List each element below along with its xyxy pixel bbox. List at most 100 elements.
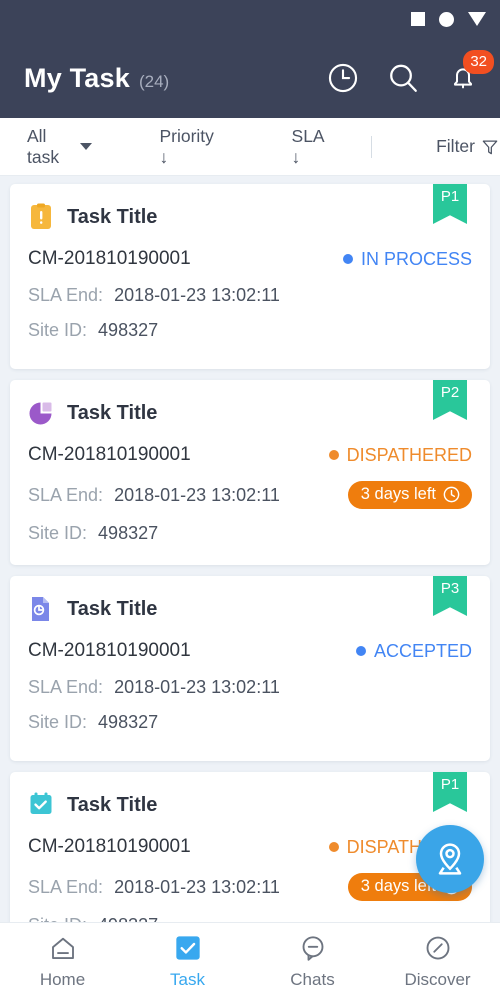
countdown-pill: 3 days left xyxy=(347,481,472,509)
bottom-navigation: Home Task Chats Discover xyxy=(0,922,500,1000)
filter-bar: All task Priority ↓ SLA ↓ Filter xyxy=(0,118,500,176)
compass-icon xyxy=(423,933,453,963)
pie-chart-icon xyxy=(28,399,54,427)
filter-all-task[interactable]: All task xyxy=(27,125,93,168)
task-card-header: Task Title xyxy=(28,592,472,626)
filter-button[interactable]: Filter xyxy=(436,136,500,157)
site-id-label: Site ID: xyxy=(28,320,88,340)
map-location-fab[interactable] xyxy=(416,825,484,893)
task-check-icon xyxy=(174,933,202,963)
task-card[interactable]: P2 Task Title CM-201810190001 DISPATHERE… xyxy=(10,380,490,565)
filter-priority-sort[interactable]: Priority ↓ xyxy=(159,126,218,168)
site-id: Site ID: 498327 xyxy=(28,523,472,544)
chat-bubble-icon xyxy=(298,933,328,963)
task-title: Task Title xyxy=(67,401,158,424)
history-clock-button[interactable] xyxy=(324,59,362,97)
location-pin-icon xyxy=(438,843,462,875)
nav-item-task[interactable]: Task xyxy=(125,923,250,1000)
status-label: DISPATHERED xyxy=(346,444,472,465)
nav-item-chats[interactable]: Chats xyxy=(250,923,375,1000)
sla-end-label: SLA End: xyxy=(28,677,104,697)
task-code: CM-201810190001 xyxy=(28,444,191,465)
circle-icon xyxy=(439,11,454,27)
sla-end-value: 2018-01-23 13:02:11 xyxy=(114,677,280,697)
task-sla-row: SLA End: 2018-01-23 13:02:11 xyxy=(28,677,472,698)
site-id-label: Site ID: xyxy=(28,712,88,732)
sla-end-value: 2018-01-23 13:02:11 xyxy=(114,876,280,897)
app-header: My Task (24) 32 xyxy=(0,38,500,118)
task-sla-row: SLA End: 2018-01-23 13:02:11 xyxy=(28,285,472,306)
notification-badge: 32 xyxy=(463,50,494,74)
task-sla-row: SLA End: 2018-01-23 13:02:11 3 days left xyxy=(28,481,472,509)
site-id: Site ID: 498327 xyxy=(28,712,472,733)
triangle-down-icon xyxy=(468,12,486,26)
filter-all-task-label: All task xyxy=(27,125,60,167)
sla-end: SLA End: 2018-01-23 13:02:11 xyxy=(28,285,280,306)
sla-end: SLA End: 2018-01-23 13:02:11 xyxy=(28,485,280,506)
status-badge: IN PROCESS xyxy=(342,248,472,270)
sla-end-label: SLA End: xyxy=(28,876,104,897)
status-dot-icon xyxy=(328,450,339,460)
status-dot-icon xyxy=(342,254,353,264)
filter-priority-label: Priority ↓ xyxy=(159,125,214,167)
task-id-row: CM-201810190001 ACCEPTED xyxy=(28,640,472,662)
sla-end-value: 2018-01-23 13:02:11 xyxy=(114,484,280,505)
filter-divider xyxy=(371,135,373,158)
square-icon xyxy=(411,12,425,26)
sla-end: SLA End: 2018-01-23 13:02:11 xyxy=(28,877,280,898)
task-title: Task Title xyxy=(67,793,158,816)
status-dot-icon xyxy=(328,842,339,852)
task-id-row: CM-201810190001 DISPATHERED xyxy=(28,836,472,858)
sla-end-value: 2018-01-23 13:02:11 xyxy=(114,285,280,305)
home-icon xyxy=(48,933,78,963)
calendar-check-icon xyxy=(28,791,54,819)
search-button[interactable] xyxy=(384,59,422,97)
task-card-header: Task Title xyxy=(28,788,472,822)
filter-sla-sort[interactable]: SLA ↓ xyxy=(292,126,332,168)
task-code: CM-201810190001 xyxy=(28,248,191,269)
site-id-value: 498327 xyxy=(98,320,159,340)
notifications-button[interactable]: 32 xyxy=(444,50,494,97)
site-id-value: 498327 xyxy=(98,523,159,543)
history-clock-icon xyxy=(328,63,358,93)
status-label: IN PROCESS xyxy=(360,248,472,269)
nav-item-discover-label: Discover xyxy=(404,970,471,989)
nav-item-home-label: Home xyxy=(39,970,86,989)
site-id: Site ID: 498327 xyxy=(28,320,472,341)
sla-end-label: SLA End: xyxy=(28,484,104,505)
nav-item-task-label: Task xyxy=(170,970,205,989)
warning-clipboard-icon xyxy=(28,203,54,231)
task-card[interactable]: P1 Task Title CM-201810190001 IN PROCESS xyxy=(10,184,490,369)
task-code: CM-201810190001 xyxy=(28,836,191,857)
status-badge: ACCEPTED xyxy=(355,640,472,662)
countdown-label: 3 days left xyxy=(360,485,436,503)
site-id-value: 498327 xyxy=(98,712,159,732)
filter-button-label: Filter xyxy=(436,136,475,156)
task-id-row: CM-201810190001 IN PROCESS xyxy=(28,248,472,270)
nav-item-home[interactable]: Home xyxy=(0,923,125,1000)
task-title: Task Title xyxy=(67,597,158,620)
countdown-clock-icon xyxy=(443,486,460,503)
title-group: My Task (24) xyxy=(24,63,324,94)
task-count: (24) xyxy=(138,71,170,91)
site-id-label: Site ID: xyxy=(28,523,88,543)
task-card[interactable]: P3 Task Title CM-201810190001 ACCEPTED S… xyxy=(10,576,490,761)
task-code: CM-201810190001 xyxy=(28,640,191,661)
sla-end: SLA End: 2018-01-23 13:02:11 xyxy=(28,677,280,698)
status-badge: DISPATHERED xyxy=(328,444,472,466)
header-actions: 32 xyxy=(324,50,494,97)
nav-item-chats-label: Chats xyxy=(290,970,335,989)
page-title: My Task xyxy=(24,62,130,93)
chevron-down-icon xyxy=(80,143,93,150)
document-clock-icon xyxy=(28,595,54,623)
task-card-header: Task Title xyxy=(28,200,472,234)
status-bar xyxy=(0,0,500,38)
task-sla-row: SLA End: 2018-01-23 13:02:11 3 days left xyxy=(28,873,472,901)
task-id-row: CM-201810190001 DISPATHERED xyxy=(28,444,472,466)
nav-item-discover[interactable]: Discover xyxy=(375,923,500,1000)
sla-end-label: SLA End: xyxy=(28,285,104,305)
task-title: Task Title xyxy=(67,205,158,228)
funnel-icon xyxy=(482,140,498,154)
search-icon xyxy=(390,64,417,92)
status-label: ACCEPTED xyxy=(373,640,472,661)
